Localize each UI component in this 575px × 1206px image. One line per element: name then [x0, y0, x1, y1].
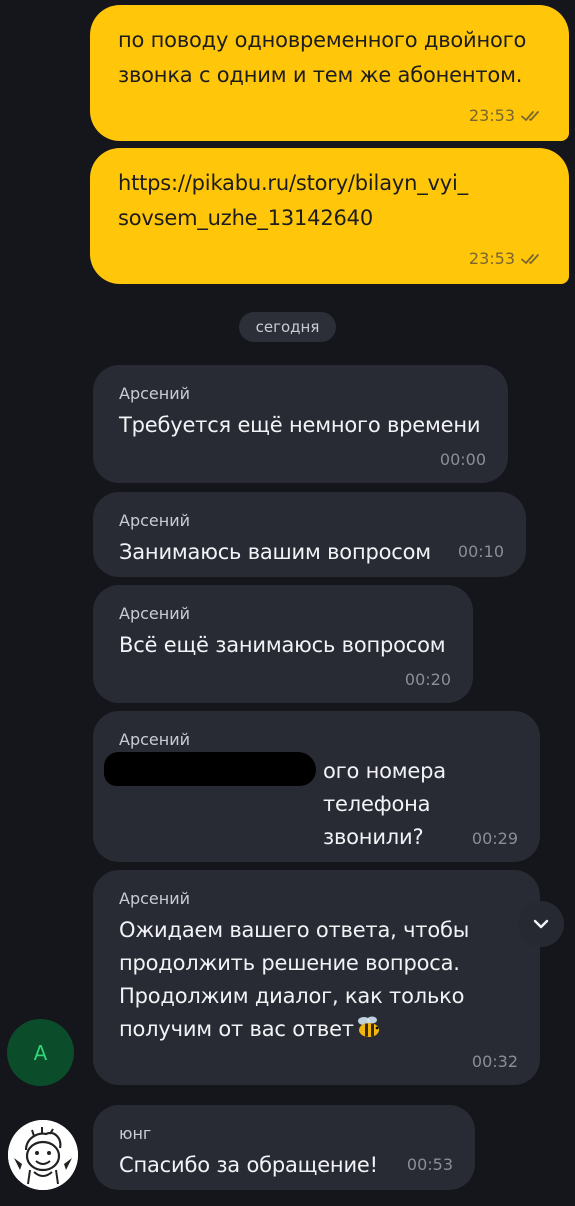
incoming-message[interactable]: юнг Спасибо за обращение! 00:53	[93, 1105, 475, 1190]
message-text: Спасибо за обращение!	[119, 1153, 378, 1177]
outgoing-message[interactable]: https://pikabu.ru/story/bilayn_vyi_sovse…	[90, 148, 569, 284]
bee-emoji-icon	[357, 1016, 379, 1037]
double-check-icon	[521, 253, 539, 264]
sender-name: Арсений	[119, 384, 190, 403]
sender-name: Арсений	[119, 889, 190, 908]
message-text: Занимаюсь вашим вопросом	[119, 540, 431, 564]
incoming-message[interactable]: Арсений Ожидаем вашего ответа, чтобы про…	[93, 870, 540, 1085]
incoming-message[interactable]: Арсений Всё ещё занимаюсь вопросом 00:20	[93, 585, 473, 703]
avatar[interactable]	[8, 1120, 78, 1190]
message-text-content: Ожидаем вашего ответа, чтобы продолжить …	[119, 918, 470, 1041]
message-text: по поводу одновременного двойного звонка…	[118, 28, 527, 87]
sender-name: Арсений	[119, 511, 190, 530]
sender-name: юнг	[119, 1124, 152, 1143]
message-meta: 23:53	[469, 249, 543, 268]
date-separator: сегодня	[239, 312, 336, 342]
message-time: 00:53	[406, 1155, 453, 1174]
message-text: Требуется ещё немного времени	[119, 413, 481, 437]
message-link[interactable]: https://pikabu.ru/story/bilayn_vyi_sovse…	[118, 166, 478, 236]
incoming-message[interactable]: Арсений ого номера телефона звонили? 00:…	[93, 711, 540, 862]
redaction-mark	[104, 752, 316, 786]
message-time: 00:00	[439, 450, 486, 469]
message-time: 00:32	[471, 1052, 518, 1071]
cartoon-character-icon	[8, 1120, 78, 1190]
message-text: Ожидаем вашего ответа, чтобы продолжить …	[119, 914, 479, 1046]
message-time: 00:29	[471, 829, 518, 848]
avatar[interactable]: A	[7, 1019, 74, 1086]
message-meta: 23:53	[469, 106, 543, 125]
outgoing-message[interactable]: по поводу одновременного двойного звонка…	[90, 5, 569, 141]
message-time: 00:10	[457, 542, 504, 561]
message-time: 23:53	[468, 249, 515, 268]
message-text: Всё ещё занимаюсь вопросом	[119, 633, 446, 657]
incoming-message[interactable]: Арсений Занимаюсь вашим вопросом 00:10	[93, 492, 526, 577]
chat-view[interactable]: по поводу одновременного двойного звонка…	[0, 0, 575, 1206]
message-time: 23:53	[468, 106, 515, 125]
double-check-icon	[521, 110, 539, 121]
incoming-message[interactable]: Арсений Требуется ещё немного времени 00…	[93, 365, 508, 483]
message-time: 00:20	[404, 670, 451, 689]
scroll-down-button[interactable]	[518, 901, 564, 947]
chevron-down-icon	[533, 919, 549, 929]
sender-name: Арсений	[119, 730, 190, 749]
sender-name: Арсений	[119, 604, 190, 623]
